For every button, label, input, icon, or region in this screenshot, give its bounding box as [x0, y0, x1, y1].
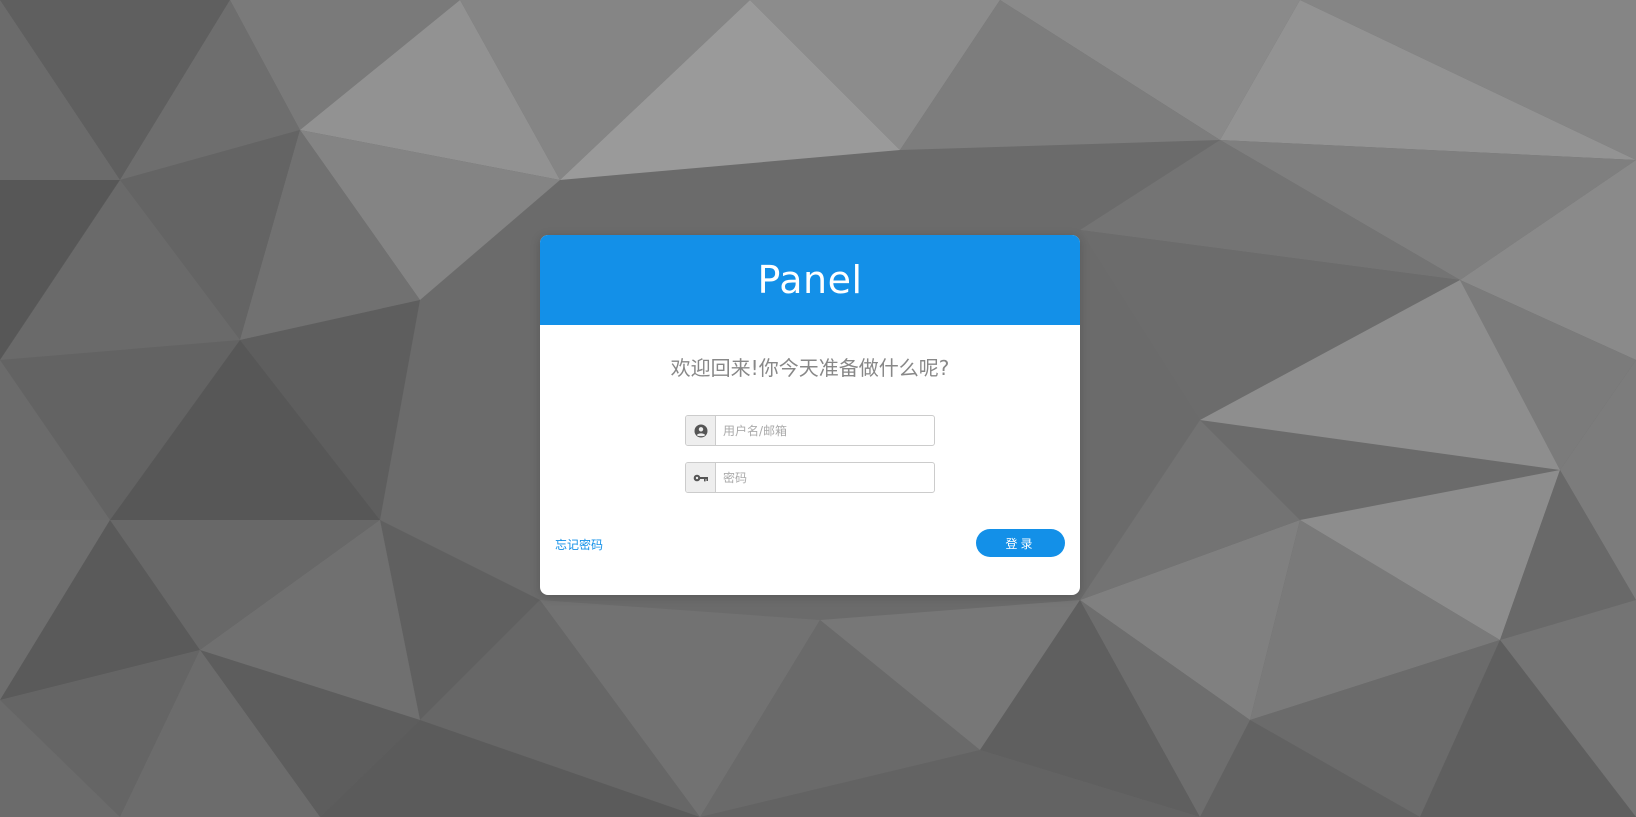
username-field	[685, 415, 935, 446]
brand-title: Panel	[757, 258, 863, 302]
key-icon	[686, 463, 716, 492]
username-input[interactable]	[716, 416, 934, 445]
password-input[interactable]	[716, 463, 934, 492]
welcome-message: 欢迎回来!你今天准备做什么呢?	[670, 356, 950, 380]
card-header: Panel	[540, 235, 1080, 325]
user-circle-icon	[686, 416, 716, 445]
user-circle-icon-glyph	[694, 424, 707, 437]
key-icon-glyph	[693, 474, 708, 481]
password-field	[685, 462, 935, 493]
forgot-password-link[interactable]: 忘记密码	[555, 536, 603, 553]
login-button[interactable]: 登录	[976, 529, 1065, 557]
login-card: Panel 欢迎回来!你今天准备做什么呢? 忘记密码 登录	[540, 235, 1080, 595]
